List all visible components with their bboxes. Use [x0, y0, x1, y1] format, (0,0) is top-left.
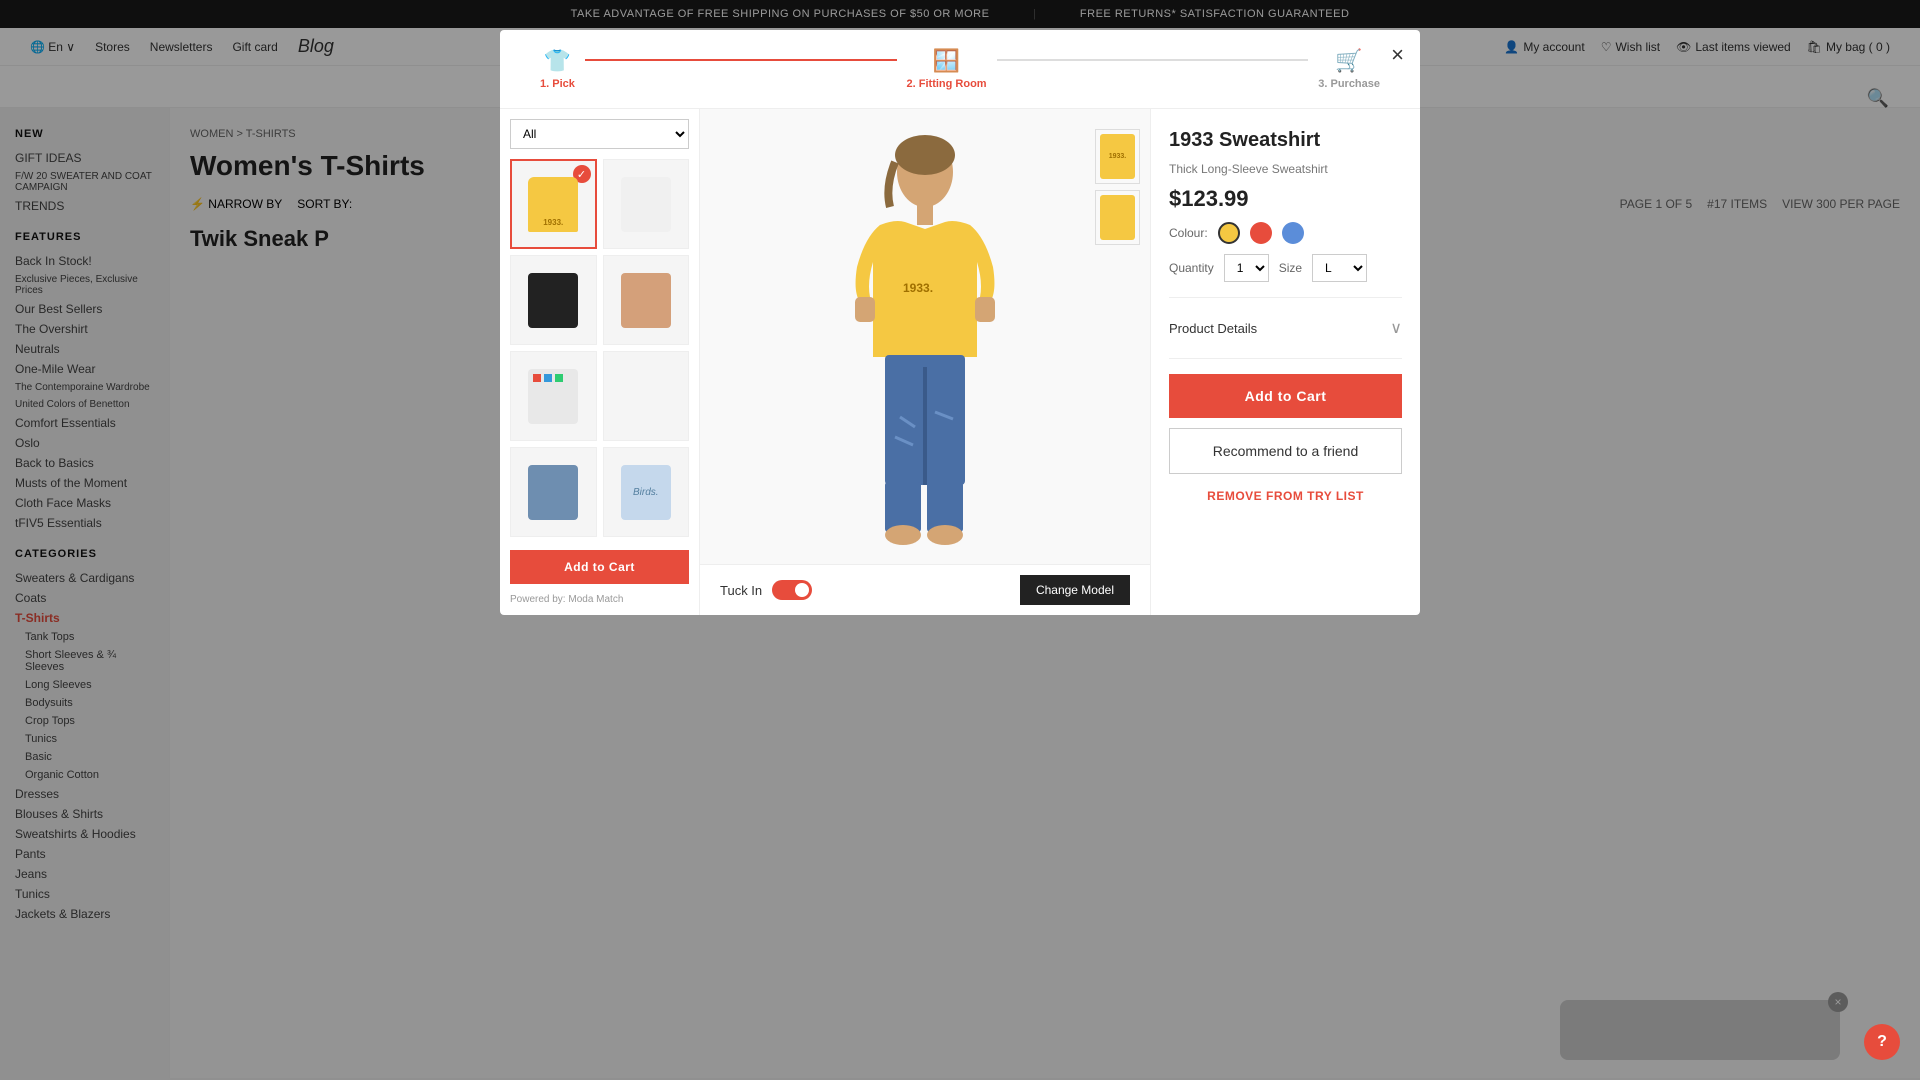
chevron-down-icon: ∨	[1390, 318, 1402, 338]
model-figure: 1933.	[815, 127, 1035, 547]
size-label: Size	[1279, 261, 1302, 275]
divider-1	[1169, 297, 1402, 298]
thumb-img-white2	[621, 369, 671, 424]
category-filter[interactable]: All	[510, 119, 689, 149]
modal-product-list: All ✓ 1933.	[500, 109, 700, 615]
fitting-room-icon: 🪟	[933, 48, 960, 74]
color-swatch-yellow[interactable]	[1218, 222, 1240, 244]
step-line-1	[585, 59, 897, 61]
product-thumb-6[interactable]	[603, 351, 690, 441]
thumb-img-yellow: 1933.	[528, 177, 578, 232]
modal-overlay: × 👕 1. Pick 🪟 2. Fitting Room 🛒 3. Purch…	[0, 0, 1920, 1080]
product-name: 1933 Sweatshirt	[1169, 129, 1402, 152]
modal-body: All ✓ 1933.	[500, 109, 1420, 615]
model-thumbnail-strip: 1933.	[1095, 129, 1140, 245]
color-swatch-red[interactable]	[1250, 222, 1272, 244]
tuck-in-controls: Tuck In Change Model	[700, 564, 1150, 615]
fitting-room-modal: × 👕 1. Pick 🪟 2. Fitting Room 🛒 3. Purch…	[500, 30, 1420, 615]
powered-by: Powered by: Moda Match	[510, 594, 689, 605]
thumb-img-colorful	[528, 369, 578, 424]
step-fitting-label: 2. Fitting Room	[907, 78, 987, 90]
tuck-in-toggle[interactable]	[772, 580, 812, 600]
add-to-cart-button[interactable]: Add to Cart	[1169, 374, 1402, 418]
product-subtitle: Thick Long-Sleeve Sweatshirt	[1169, 162, 1402, 176]
modal-close-button[interactable]: ×	[1391, 42, 1404, 68]
change-model-button[interactable]: Change Model	[1020, 575, 1130, 605]
product-thumb-2[interactable]	[603, 159, 690, 249]
color-label: Colour:	[1169, 226, 1208, 240]
svg-text:1933.: 1933.	[903, 281, 933, 295]
thumb-img-peach	[621, 273, 671, 328]
step-fitting-room[interactable]: 🪟 2. Fitting Room	[907, 48, 987, 90]
product-thumb-7[interactable]	[510, 447, 597, 537]
tuck-in-toggle-group: Tuck In	[720, 580, 812, 600]
quantity-select[interactable]: 1 2 3	[1224, 254, 1269, 282]
help-button[interactable]: ?	[1864, 1024, 1900, 1060]
step-pick-label: 1. Pick	[540, 78, 575, 90]
modal-model-view: 1933.	[700, 109, 1150, 615]
color-swatch-blue[interactable]	[1282, 222, 1304, 244]
modal-product-info: 1933 Sweatshirt Thick Long-Sleeve Sweats…	[1150, 109, 1420, 615]
product-thumb-4[interactable]	[603, 255, 690, 345]
product-thumb-5[interactable]	[510, 351, 597, 441]
pick-icon: 👕	[544, 48, 571, 74]
size-select[interactable]: XS S M L XL	[1312, 254, 1367, 282]
thumb-img-white-zip	[621, 177, 671, 232]
thumb-content-1: 1933.	[528, 177, 578, 232]
quantity-size-row: Quantity 1 2 3 Size XS S M L XL	[1169, 254, 1402, 282]
product-price: $123.99	[1169, 186, 1402, 212]
step-line-2	[997, 59, 1309, 61]
product-thumbnail-grid: ✓ 1933.	[510, 159, 689, 537]
add-to-cart-left-button[interactable]: Add to Cart	[510, 550, 689, 584]
color-section: Colour:	[1169, 222, 1402, 244]
product-thumb-3[interactable]	[510, 255, 597, 345]
recommend-button[interactable]: Recommend to a friend	[1169, 428, 1402, 474]
tuck-in-label: Tuck In	[720, 583, 762, 598]
modal-stepper: 👕 1. Pick 🪟 2. Fitting Room 🛒 3. Purchas…	[500, 30, 1420, 109]
thumb-content-2	[621, 177, 671, 232]
quantity-label: Quantity	[1169, 261, 1214, 275]
divider-2	[1169, 358, 1402, 359]
thumb-img-black	[528, 273, 578, 328]
step-purchase[interactable]: 🛒 3. Purchase	[1318, 48, 1380, 90]
model-thumb-front[interactable]: 1933.	[1095, 129, 1140, 184]
model-display-area: 1933.	[700, 109, 1150, 564]
purchase-icon: 🛒	[1335, 48, 1362, 74]
product-details-label: Product Details	[1169, 321, 1257, 336]
step-purchase-label: 3. Purchase	[1318, 78, 1380, 90]
product-details-row[interactable]: Product Details ∨	[1169, 313, 1402, 343]
model-thumb-back[interactable]	[1095, 190, 1140, 245]
thumb-img-light-blue: Birds.	[621, 465, 671, 520]
product-thumb-8[interactable]: Birds.	[603, 447, 690, 537]
product-thumb-1[interactable]: ✓ 1933.	[510, 159, 597, 249]
step-pick[interactable]: 👕 1. Pick	[540, 48, 575, 90]
remove-from-try-list-button[interactable]: REMOVE FROM TRY LIST	[1169, 484, 1402, 508]
thumb-img-denim	[528, 465, 578, 520]
